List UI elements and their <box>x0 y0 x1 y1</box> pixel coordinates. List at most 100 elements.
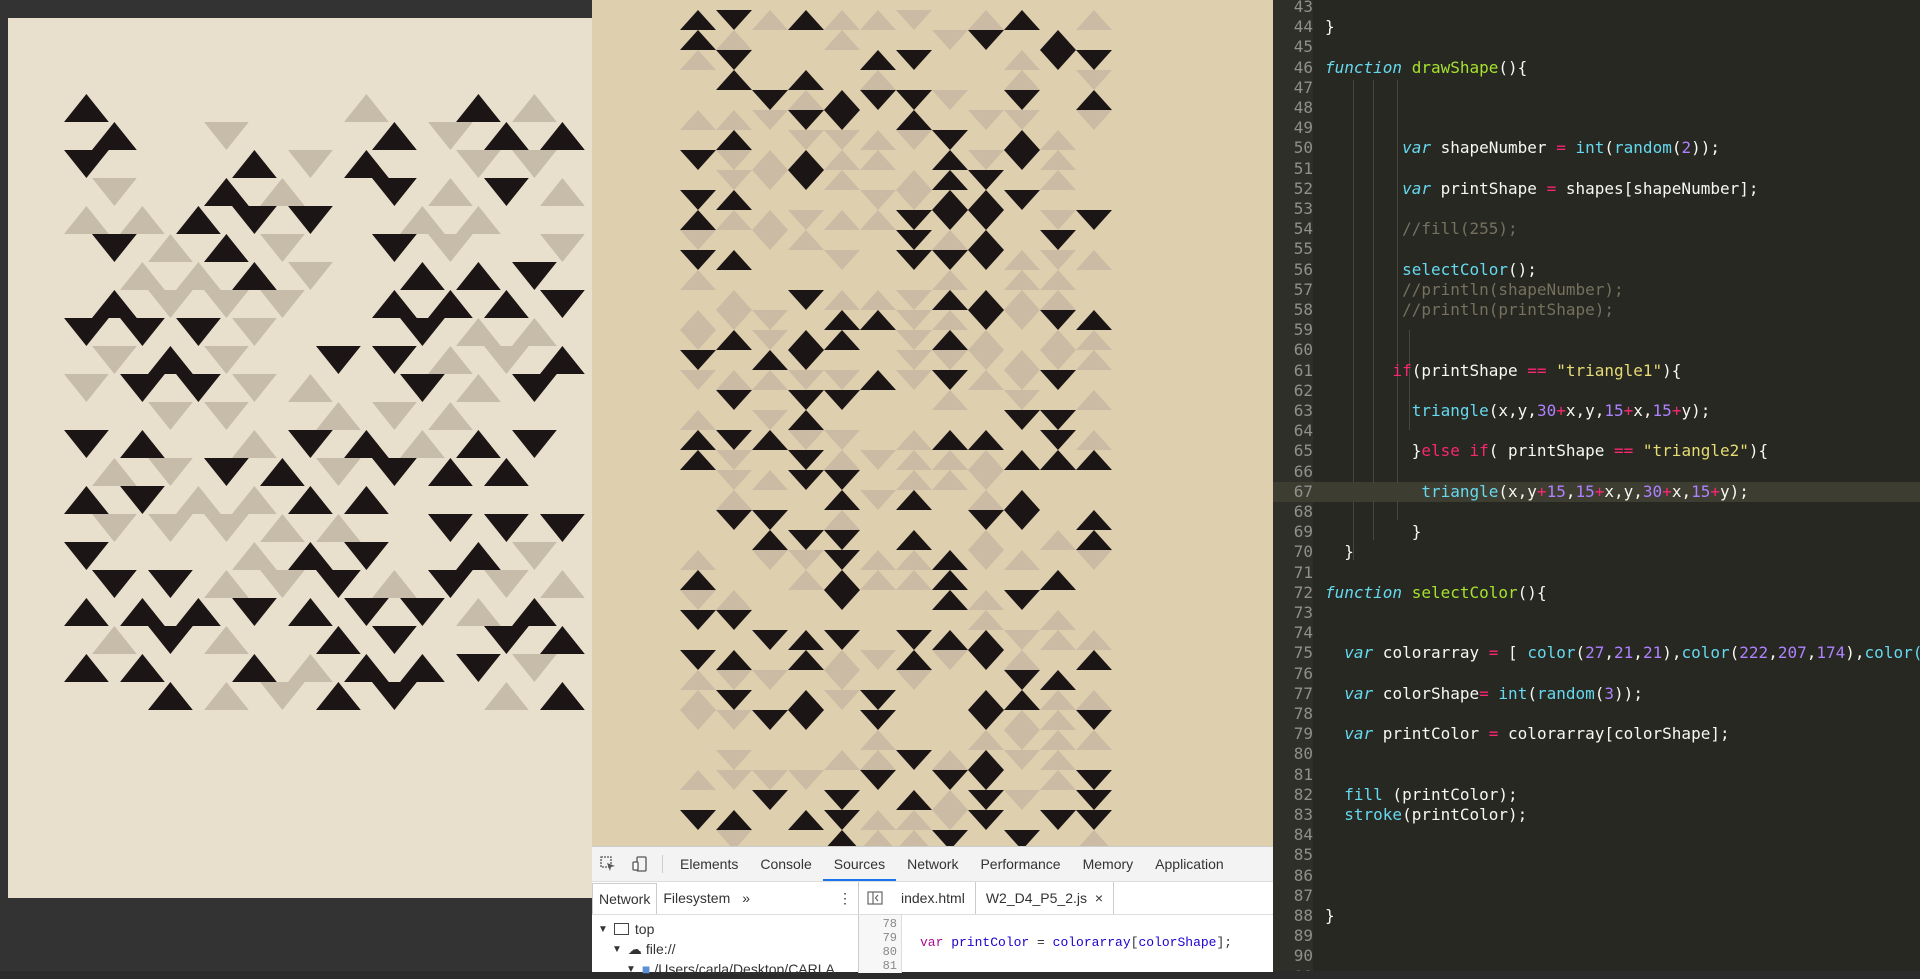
editor-line: 55 <box>1273 239 1920 259</box>
editor-line: 45 <box>1273 37 1920 57</box>
line-number: 48 <box>1293 98 1313 117</box>
editor-line: 89 <box>1273 926 1920 946</box>
editor-line: 85 <box>1273 845 1920 865</box>
line-number: 55 <box>1293 239 1313 259</box>
line-number: 49 <box>1293 118 1313 138</box>
cloud-icon: ☁ <box>627 940 642 957</box>
editor-line: 87 <box>1273 886 1920 906</box>
file-tab-index-html[interactable]: index.html <box>891 882 975 914</box>
line-number: 88 <box>1293 906 1313 925</box>
tree-label-folder: /Users/carla/Desktop/CARLA <box>654 961 835 977</box>
editor-line: 80 <box>1273 744 1920 764</box>
rug-photo <box>8 18 592 898</box>
editor-line: 53 <box>1273 199 1920 219</box>
code-editor[interactable]: 43 44} 45 46 function drawShape(){47 48 49 50 v… <box>1273 0 1920 971</box>
code-text: triangle(x,y+15,15+x,y,30+x,15+y); <box>1421 481 1749 501</box>
line-number: 76 <box>1293 663 1313 683</box>
line-number: 69 <box>1293 522 1313 542</box>
editor-line: 59 <box>1273 320 1920 340</box>
code-text: triangle(x,y,30+x,y,15+x,15+y); <box>1411 401 1711 420</box>
editor-line: 77 var colorShape= int(random(3)); <box>1273 684 1920 704</box>
tab-sources[interactable]: Sources <box>822 847 897 881</box>
line-number: 72 <box>1293 582 1313 602</box>
editor-line: 75 var colorarray = [ color(27,21,21),co… <box>1273 643 1920 663</box>
close-icon[interactable]: × <box>1095 890 1103 906</box>
line-number: 91 <box>1273 967 1325 971</box>
line-number: 73 <box>1293 603 1313 622</box>
toggle-navigator-icon[interactable] <box>859 881 891 915</box>
editor-tabs: index.html W2_D4_P5_2.js × <box>859 882 1273 914</box>
line-number: 90 <box>1293 946 1313 966</box>
kebab-menu-icon[interactable]: ⋮ <box>832 883 858 913</box>
editor-line: 72 function selectColor(){ <box>1273 583 1920 603</box>
line-number: 80 <box>882 945 897 959</box>
editor-line: 58 //println(printShape); <box>1273 300 1920 320</box>
more-tabs-icon[interactable]: » <box>736 883 756 913</box>
line-number: 86 <box>1293 865 1313 885</box>
editor-line: 88} <box>1273 906 1920 926</box>
code-line: var printColor = colorarray[colorShape]; <box>920 935 1233 950</box>
editor-line: 68 <box>1273 502 1920 522</box>
line-number: 84 <box>1293 825 1313 845</box>
navigator-tabs: Network Filesystem » ⋮ <box>592 882 859 914</box>
editor-line: 71 <box>1273 563 1920 583</box>
tree-item-top[interactable]: ▼ top <box>592 919 858 939</box>
device-toolbar-icon[interactable] <box>624 847 656 881</box>
toolbar-divider <box>662 855 663 873</box>
line-number: 61 <box>1293 360 1313 380</box>
file-tab-w2-d4-p5-2-js[interactable]: W2_D4_P5_2.js × <box>974 882 1115 914</box>
code-text: } <box>1325 906 1335 925</box>
line-number: 56 <box>1293 259 1313 279</box>
editor-line: 73 <box>1273 603 1920 623</box>
editor-line: 43 <box>1273 0 1920 17</box>
line-number: 44 <box>1293 17 1313 37</box>
tab-network[interactable]: Network <box>896 847 969 881</box>
editor-line: 50 var shapeNumber = int(random(2)); <box>1273 138 1920 158</box>
editor-line: 83 stroke(printColor); <box>1273 805 1920 825</box>
line-number: 67 <box>1293 481 1313 501</box>
line-number: 59 <box>1293 320 1313 340</box>
line-number: 62 <box>1293 380 1313 400</box>
code-text: var colorarray = [ color(27,21,21),color… <box>1344 643 1920 663</box>
line-number: 50 <box>1293 138 1313 158</box>
tab-application[interactable]: Application <box>1144 847 1235 881</box>
code-text: function drawShape(){ <box>1325 57 1528 77</box>
tab-console[interactable]: Console <box>749 847 822 881</box>
code-text: fill (printColor); <box>1344 784 1518 804</box>
editor-line: 82 fill (printColor); <box>1273 785 1920 805</box>
file-tree: ▼ top ▼ ☁ file:// ▼ ■/Users/carla/Desktop/CA… <box>592 915 859 977</box>
line-number: 75 <box>1293 643 1313 663</box>
code-text: //println(shapeNumber); <box>1402 279 1624 299</box>
tree-label-top: top <box>634 921 655 937</box>
tab-network[interactable]: Network <box>592 882 658 914</box>
tab-memory[interactable]: Memory <box>1072 847 1145 881</box>
editor-line: 66 <box>1273 462 1920 482</box>
editor-line: 70 } <box>1273 542 1920 562</box>
source-code-view[interactable]: var printColor = colorarray[colorShape]; <box>902 915 1232 973</box>
line-number: 89 <box>1293 926 1313 946</box>
line-number: 85 <box>1293 845 1313 865</box>
rug-image-panel <box>0 0 592 971</box>
tree-item-file[interactable]: ▼ ☁ file:// <box>592 939 858 959</box>
tab-filesystem[interactable]: Filesystem <box>657 883 736 913</box>
code-text: } <box>1325 522 1422 542</box>
editor-line: 90 <box>1273 946 1920 966</box>
line-number: 66 <box>1293 461 1313 481</box>
tab-performance[interactable]: Performance <box>969 847 1071 881</box>
line-number: 51 <box>1293 158 1313 178</box>
editor-line: 64 <box>1273 421 1920 441</box>
editor-line: 67 triangle(x,y+15,15+x,y,30+x,15+y); <box>1273 481 1920 502</box>
line-number: 82 <box>1293 784 1313 804</box>
editor-line: 81 <box>1273 765 1920 785</box>
sketch-canvas <box>592 0 1273 846</box>
editor-line: 69 } <box>1273 522 1920 542</box>
tree-item-folder[interactable]: ▼ ■/Users/carla/Desktop/CARLA <box>592 959 858 979</box>
frame-icon <box>613 923 629 935</box>
tab-elements[interactable]: Elements <box>669 847 749 881</box>
sources-subbar: Network Filesystem » ⋮ index.html W2_D4_… <box>592 882 1273 915</box>
editor-line: 49 <box>1273 118 1920 138</box>
line-number: 79 <box>1293 724 1313 744</box>
inspect-element-icon[interactable] <box>592 847 624 881</box>
line-number: 63 <box>1293 401 1313 420</box>
line-number: 52 <box>1293 178 1313 198</box>
